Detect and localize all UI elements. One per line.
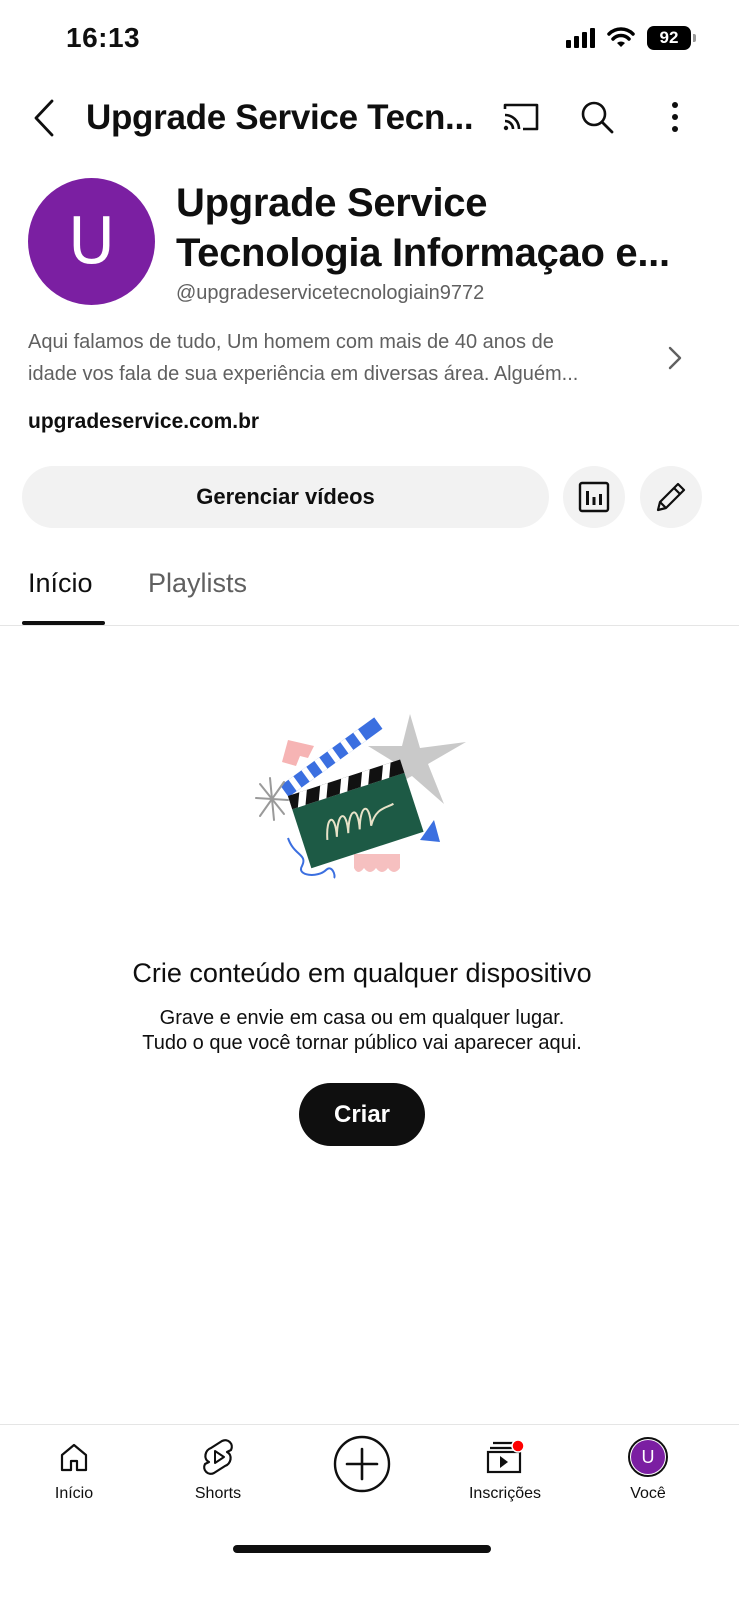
plus-circle-icon [333,1435,391,1493]
empty-state-subtitle-line2: Tudo o que você tornar público vai apare… [142,1032,582,1054]
tab-playlists[interactable]: Playlists [148,568,247,599]
nav-create-button[interactable] [333,1435,391,1493]
nav-you-label: Você [630,1485,666,1502]
empty-state-title: Crie conteúdo em qualquer dispositivo [132,958,592,988]
channel-avatar[interactable]: U [28,178,155,305]
channel-name-line2: Tecnologia Informaçao e... [176,231,670,275]
manage-videos-button[interactable]: Gerenciar vídeos [22,466,549,528]
shorts-icon [203,1439,233,1475]
top-app-bar: Upgrade Service Tecn... [0,86,739,150]
create-button[interactable]: Criar [299,1083,425,1146]
notification-dot [511,1439,525,1453]
channel-name-line1: Upgrade Service [176,181,488,225]
pink-shape [282,740,314,766]
page-title: Upgrade Service Tecn... [86,98,474,137]
empty-state-subtitle: Grave e envie em casa ou em qualquer lug… [0,1006,724,1056]
chevron-left-icon [34,99,54,137]
status-bar: 16:13 92 [0,0,739,80]
active-tab-indicator [22,621,105,625]
empty-state-subtitle-line1: Grave e envie em casa ou em qualquer lug… [159,1007,565,1029]
battery-level: 92 [659,28,679,47]
nav-shorts-label: Shorts [194,1485,242,1502]
edit-channel-button[interactable] [640,466,702,528]
home-indicator[interactable] [233,1545,491,1553]
you-avatar-letter: U [631,1440,665,1474]
home-icon [60,1443,88,1472]
bottom-navigation: Início Shorts Inscrições U Você [0,1424,739,1534]
description-line1: Aqui falamos de tudo, Um homem com mais … [28,331,554,353]
nav-you[interactable]: U Você [588,1437,708,1503]
back-button[interactable] [24,94,64,142]
tab-inicio[interactable]: Início [28,568,93,599]
channel-tabs: Início Playlists [0,550,739,626]
more-vert-icon [672,102,678,132]
nav-home-label: Início [54,1485,94,1502]
battery-icon: 92 [647,26,696,50]
more-options-button[interactable] [650,92,700,142]
status-icons: 92 [566,26,696,50]
pencil-icon [656,482,686,512]
you-avatar: U [628,1437,668,1477]
search-button[interactable] [572,92,622,142]
wifi-icon [607,27,635,47]
channel-description[interactable]: Aqui falamos de tudo, Um homem com mais … [28,326,638,390]
analytics-icon [578,481,610,513]
search-icon [581,101,614,134]
clapperboard-illustration [255,714,466,879]
cast-button[interactable] [496,92,546,142]
nav-subscriptions-label: Inscrições [468,1485,542,1502]
analytics-button[interactable] [563,466,625,528]
cast-icon [503,103,539,131]
pink-cloud-shape [354,854,400,872]
description-line2: idade vos fala de sua experiência em div… [28,363,579,385]
subscriptions-icon [486,1439,525,1474]
chevron-right-icon [668,346,682,370]
nav-shorts[interactable]: Shorts [158,1437,278,1503]
channel-handle: @upgradeservicetecnologiain9772 [176,282,485,304]
channel-name: Upgrade Service Tecnologia Informaçao e.… [176,178,706,278]
nav-home[interactable]: Início [14,1437,134,1503]
status-time: 16:13 [66,22,141,53]
channel-website-link[interactable]: upgradeservice.com.br [28,410,259,434]
nav-subscriptions[interactable]: Inscrições [445,1437,565,1503]
cellular-signal-icon [566,28,595,48]
description-expand-button[interactable] [660,340,690,376]
